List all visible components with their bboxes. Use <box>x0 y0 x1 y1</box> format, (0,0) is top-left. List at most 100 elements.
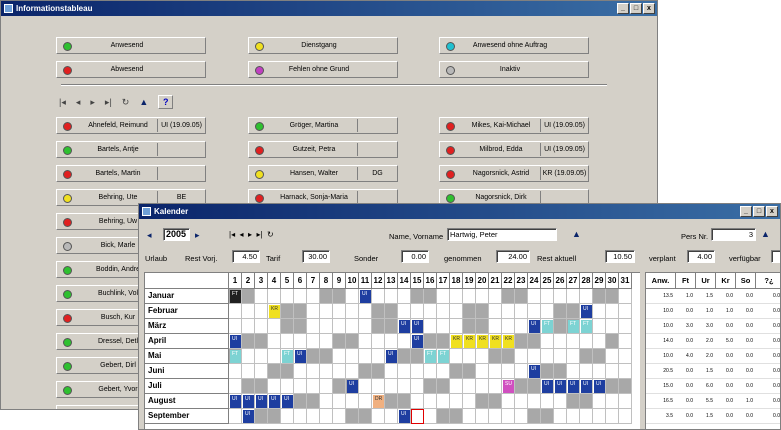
last-page-icon[interactable]: ▸| <box>105 97 112 108</box>
day-cell[interactable] <box>320 349 333 364</box>
day-cell[interactable] <box>489 319 502 334</box>
day-mark[interactable]: FT <box>581 320 592 333</box>
day-mark[interactable]: UI <box>581 380 592 393</box>
day-cell[interactable] <box>554 349 567 364</box>
day-cell[interactable] <box>307 304 320 319</box>
day-cell[interactable] <box>346 304 359 319</box>
person-button[interactable]: Gutzeit, Petra <box>248 141 398 158</box>
day-cell[interactable] <box>606 379 619 394</box>
day-cell[interactable] <box>385 394 398 409</box>
day-cell[interactable] <box>593 334 606 349</box>
day-cell[interactable] <box>372 334 385 349</box>
day-mark[interactable]: UI <box>581 305 592 318</box>
day-cell[interactable] <box>307 409 320 424</box>
day-mark[interactable]: FT <box>425 350 436 363</box>
day-cell[interactable] <box>359 334 372 349</box>
day-cell[interactable] <box>489 379 502 394</box>
day-cell[interactable] <box>606 319 619 334</box>
day-mark[interactable]: UI <box>360 290 371 303</box>
day-cell[interactable] <box>593 319 606 334</box>
calendar-nav-icons[interactable]: |◂ ◂ ▸ ▸| ↻ <box>229 230 274 239</box>
day-cell[interactable] <box>606 364 619 379</box>
day-cell[interactable] <box>463 349 476 364</box>
day-cell[interactable] <box>307 319 320 334</box>
day-mark[interactable]: UI <box>542 380 553 393</box>
legend-button[interactable]: Anwesend <box>56 37 206 54</box>
day-cell[interactable] <box>554 289 567 304</box>
day-mark[interactable]: KR <box>490 335 501 348</box>
day-cell[interactable] <box>242 349 255 364</box>
day-mark[interactable]: KR <box>451 335 462 348</box>
day-cell[interactable] <box>411 289 424 304</box>
day-cell[interactable] <box>593 289 606 304</box>
day-mark[interactable]: FT <box>438 350 449 363</box>
day-cell[interactable] <box>255 379 268 394</box>
day-mark[interactable]: FT <box>282 350 293 363</box>
day-cell[interactable] <box>489 349 502 364</box>
day-cell[interactable] <box>463 379 476 394</box>
day-cell[interactable] <box>333 379 346 394</box>
day-cell[interactable] <box>541 394 554 409</box>
day-cell[interactable] <box>619 319 632 334</box>
day-mark[interactable]: FT <box>542 320 553 333</box>
day-cell[interactable] <box>307 364 320 379</box>
maximize-icon[interactable]: □ <box>630 3 642 14</box>
day-cell[interactable] <box>346 334 359 349</box>
day-cell[interactable] <box>619 409 632 424</box>
day-cell[interactable] <box>619 304 632 319</box>
day-cell[interactable] <box>567 409 580 424</box>
day-cell[interactable] <box>359 409 372 424</box>
day-cell[interactable] <box>411 379 424 394</box>
day-cell[interactable] <box>554 364 567 379</box>
day-cell[interactable] <box>463 304 476 319</box>
day-cell[interactable] <box>307 394 320 409</box>
day-cell[interactable] <box>268 289 281 304</box>
day-cell[interactable] <box>515 409 528 424</box>
day-cell[interactable] <box>359 304 372 319</box>
day-cell[interactable] <box>502 304 515 319</box>
day-cell[interactable] <box>268 319 281 334</box>
day-cell[interactable] <box>268 364 281 379</box>
person-button[interactable]: Ahnefeld, Reimund UI (19.09.05) <box>56 117 206 134</box>
day-cell[interactable] <box>489 394 502 409</box>
legend-button[interactable]: Anwesend ohne Auftrag <box>439 37 589 54</box>
day-cell[interactable] <box>424 364 437 379</box>
day-cell[interactable] <box>463 364 476 379</box>
day-cell[interactable] <box>476 394 489 409</box>
day-cell[interactable] <box>411 364 424 379</box>
day-cell[interactable] <box>463 394 476 409</box>
day-cell[interactable] <box>346 289 359 304</box>
day-cell[interactable] <box>619 349 632 364</box>
day-cell[interactable] <box>242 364 255 379</box>
day-cell[interactable] <box>281 334 294 349</box>
day-cell[interactable] <box>372 364 385 379</box>
day-cell[interactable] <box>567 334 580 349</box>
day-mark[interactable]: UI <box>412 335 423 348</box>
day-cell[interactable] <box>385 409 398 424</box>
day-cell[interactable] <box>502 394 515 409</box>
day-cell[interactable] <box>606 349 619 364</box>
day-cell[interactable] <box>515 394 528 409</box>
field-value[interactable]: 30.00 <box>302 250 330 263</box>
day-mark[interactable]: FT <box>230 350 241 363</box>
day-cell[interactable] <box>580 364 593 379</box>
day-cell[interactable] <box>398 379 411 394</box>
day-cell[interactable] <box>554 394 567 409</box>
day-cell[interactable] <box>450 349 463 364</box>
day-cell[interactable] <box>281 379 294 394</box>
day-cell[interactable] <box>606 289 619 304</box>
day-cell[interactable] <box>476 304 489 319</box>
person-button[interactable]: Mikes, Kai-Michael UI (19.09.05) <box>439 117 589 134</box>
day-cell[interactable] <box>294 379 307 394</box>
person-button[interactable]: Gröger, Martina <box>248 117 398 134</box>
day-cell[interactable] <box>333 334 346 349</box>
day-cell[interactable] <box>437 379 450 394</box>
day-cell[interactable] <box>320 304 333 319</box>
day-cell[interactable] <box>567 304 580 319</box>
person-button[interactable]: Bartels, Antje <box>56 141 206 158</box>
day-cell[interactable] <box>463 289 476 304</box>
day-cell[interactable] <box>437 319 450 334</box>
day-cell[interactable] <box>307 289 320 304</box>
day-cell[interactable] <box>294 409 307 424</box>
day-cell[interactable] <box>307 349 320 364</box>
